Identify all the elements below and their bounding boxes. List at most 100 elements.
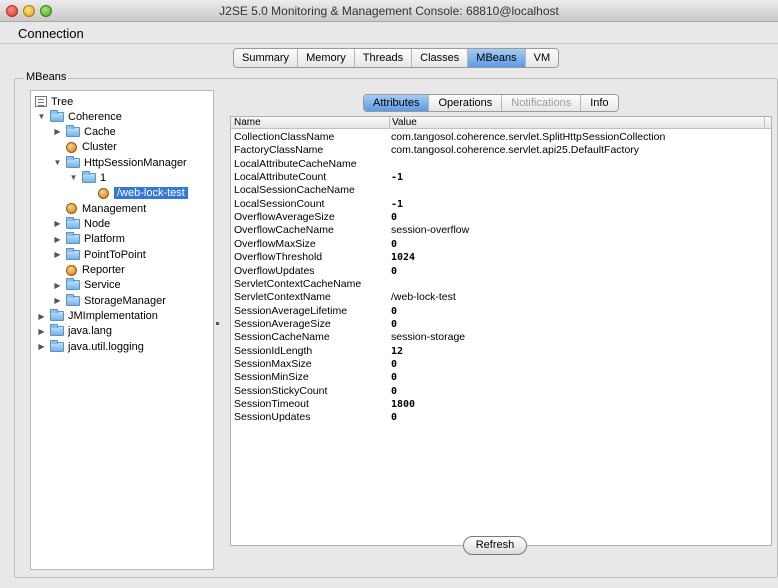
attribute-value[interactable]: session-storage [391, 331, 465, 344]
tree-node[interactable]: ▶ Service [53, 278, 121, 293]
table-row[interactable]: SessionAverageSize 0 [231, 318, 771, 331]
attribute-value[interactable]: -1 [391, 171, 403, 184]
tree-node[interactable]: Reporter [53, 263, 125, 278]
table-row[interactable]: SessionUpdates 0 [231, 411, 771, 424]
table-row[interactable]: OverflowCacheName session-overflow [231, 224, 771, 237]
tab-mbeans[interactable]: MBeans [468, 49, 526, 67]
table-row[interactable]: ServletContextCacheName [231, 278, 771, 291]
collapsed-triangle-icon[interactable]: ▶ [53, 296, 62, 305]
tab-info[interactable]: Info [581, 95, 618, 111]
attribute-name: SessionAverageSize [234, 317, 331, 330]
tab-summary[interactable]: Summary [234, 49, 299, 67]
table-row[interactable]: CollectionClassName com.tangosol.coherenc… [231, 131, 771, 144]
tree-node[interactable]: Management [53, 201, 146, 216]
split-pane-divider[interactable] [216, 322, 219, 325]
table-row[interactable]: SessionAverageLifetime 0 [231, 305, 771, 318]
expanded-triangle-icon[interactable]: ▼ [69, 173, 78, 182]
tree-root[interactable]: Tree [35, 94, 73, 109]
tree-node[interactable]: ▼ HttpSessionManager [53, 155, 187, 170]
window-title: J2SE 5.0 Monitoring & Management Console… [219, 4, 559, 18]
tree-node[interactable]: ▼ Coherence [37, 109, 122, 124]
table-row[interactable]: SessionCacheName session-storage [231, 331, 771, 344]
collapsed-triangle-icon[interactable]: ▶ [53, 219, 62, 228]
tree-node[interactable]: ▶ JMImplementation [37, 309, 158, 324]
tree-node[interactable]: /web-lock-test [85, 186, 188, 201]
attribute-value[interactable]: /web-lock-test [391, 291, 456, 304]
tree-node[interactable]: ▶ StorageManager [53, 293, 166, 308]
attribute-value[interactable]: session-overflow [391, 224, 469, 237]
collapsed-triangle-icon[interactable]: ▶ [53, 281, 62, 290]
column-header-value[interactable]: Value [389, 117, 417, 129]
collapsed-triangle-icon[interactable]: ▶ [37, 342, 46, 351]
collapsed-triangle-icon[interactable]: ▶ [53, 250, 62, 259]
table-row[interactable]: SessionStickyCount 0 [231, 385, 771, 398]
attribute-value[interactable]: 0 [391, 385, 397, 398]
collapsed-triangle-icon[interactable]: ▶ [53, 235, 62, 244]
tab-vm[interactable]: VM [525, 49, 559, 67]
attribute-value[interactable]: 0 [391, 265, 397, 278]
attribute-value[interactable]: com.tangosol.coherence.servlet.SplitHttp… [391, 131, 665, 144]
attribute-value[interactable]: 0 [391, 238, 397, 251]
table-row[interactable]: FactoryClassName com.tangosol.coherence.s… [231, 144, 771, 157]
mbean-icon [66, 203, 77, 215]
attribute-name: SessionMinSize [234, 371, 309, 384]
attribute-value[interactable]: 1024 [391, 251, 415, 264]
tab-memory[interactable]: Memory [298, 49, 355, 67]
mbean-tree[interactable]: Tree ▼ Coherence ▶ Cache Cluster ▼ HttpSession… [30, 90, 214, 570]
expanded-triangle-icon[interactable]: ▼ [53, 158, 62, 167]
table-row[interactable]: SessionMaxSize 0 [231, 358, 771, 371]
attribute-value[interactable]: 0 [391, 411, 397, 424]
table-row[interactable]: LocalSessionCacheName [231, 184, 771, 197]
folder-icon [66, 155, 80, 168]
table-row[interactable]: OverflowUpdates 0 [231, 265, 771, 278]
table-row[interactable]: SessionMinSize 0 [231, 371, 771, 384]
refresh-button[interactable]: Refresh [463, 536, 527, 555]
tree-node[interactable]: ▶ java.lang [37, 324, 112, 339]
table-row[interactable]: LocalAttributeCount -1 [231, 171, 771, 184]
attribute-value[interactable]: 0 [391, 371, 397, 384]
tree-node[interactable]: ▼ 1 [69, 170, 106, 185]
collapsed-triangle-icon[interactable]: ▶ [53, 127, 62, 136]
tree-node[interactable]: ▶ PointToPoint [53, 247, 146, 262]
attribute-value[interactable]: 0 [391, 211, 397, 224]
tree-node-label: HttpSessionManager [84, 156, 187, 169]
column-header-name[interactable]: Name [234, 117, 261, 129]
table-row[interactable]: LocalSessionCount -1 [231, 198, 771, 211]
attribute-value[interactable]: 0 [391, 318, 397, 331]
attribute-value[interactable]: 0 [391, 358, 397, 371]
table-row[interactable]: SessionIdLength 12 [231, 345, 771, 358]
attribute-value[interactable]: com.tangosol.coherence.servlet.api25.Def… [391, 144, 639, 157]
attribute-value[interactable]: 12 [391, 345, 403, 358]
table-row[interactable]: OverflowAverageSize 0 [231, 211, 771, 224]
tree-node[interactable]: ▶ Platform [53, 232, 125, 247]
menu-connection[interactable]: Connection [18, 26, 84, 41]
attribute-name: SessionAverageLifetime [234, 304, 348, 317]
folder-icon [66, 278, 80, 291]
attribute-name: ServletContextName [234, 291, 331, 304]
attribute-name: LocalSessionCacheName [234, 184, 355, 197]
attribute-value[interactable]: 0 [391, 305, 397, 318]
collapsed-triangle-icon[interactable]: ▶ [37, 327, 46, 336]
tab-threads[interactable]: Threads [354, 49, 413, 67]
tree-node[interactable]: ▶ Node [53, 216, 110, 231]
attribute-value[interactable]: -1 [391, 198, 403, 211]
tab-attributes[interactable]: Attributes [364, 95, 430, 111]
collapsed-triangle-icon[interactable]: ▶ [37, 312, 46, 321]
expanded-triangle-icon[interactable]: ▼ [37, 112, 46, 121]
tree-node[interactable]: ▶ java.util.logging [37, 339, 144, 354]
tree-node-label: Service [84, 279, 121, 292]
attributes-table[interactable]: Name Value CollectionClassName com.tangos… [230, 116, 772, 546]
table-row[interactable]: OverflowMaxSize 0 [231, 238, 771, 251]
tab-classes[interactable]: Classes [412, 49, 469, 67]
attribute-name: LocalSessionCount [234, 197, 325, 210]
table-row[interactable]: OverflowThreshold 1024 [231, 251, 771, 264]
tree-node[interactable]: Cluster [53, 140, 117, 155]
table-row[interactable]: ServletContextName/web-lock-test [231, 291, 771, 304]
attribute-name: OverflowThreshold [234, 251, 323, 264]
attribute-name: OverflowMaxSize [234, 237, 316, 250]
attribute-value[interactable]: 1800 [391, 398, 415, 411]
table-row[interactable]: LocalAttributeCacheName [231, 158, 771, 171]
table-row[interactable]: SessionTimeout 1800 [231, 398, 771, 411]
tree-node[interactable]: ▶ Cache [53, 124, 116, 139]
tab-operations[interactable]: Operations [429, 95, 503, 111]
